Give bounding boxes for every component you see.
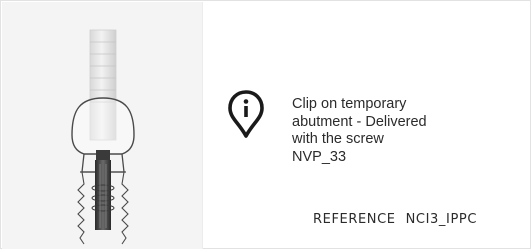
reference-code: NCI3_IPPC <box>405 212 478 227</box>
description-line: Clip on temporary <box>292 96 407 112</box>
product-description: Clip on temporary abutment - Delivered w… <box>292 96 512 166</box>
description-line: abutment - Delivered <box>292 113 427 130</box>
description-line: with the screw <box>292 131 384 147</box>
product-image <box>2 2 203 249</box>
abutment-illustration <box>71 29 135 245</box>
product-card: Clip on temporary abutment - Delivered w… <box>0 0 531 249</box>
description-line: NVP_33 <box>292 148 347 165</box>
product-reference: REFERENCE NCI3_IPPC <box>313 212 477 227</box>
info-pin-icon <box>228 90 264 138</box>
reference-label: REFERENCE <box>313 212 396 227</box>
